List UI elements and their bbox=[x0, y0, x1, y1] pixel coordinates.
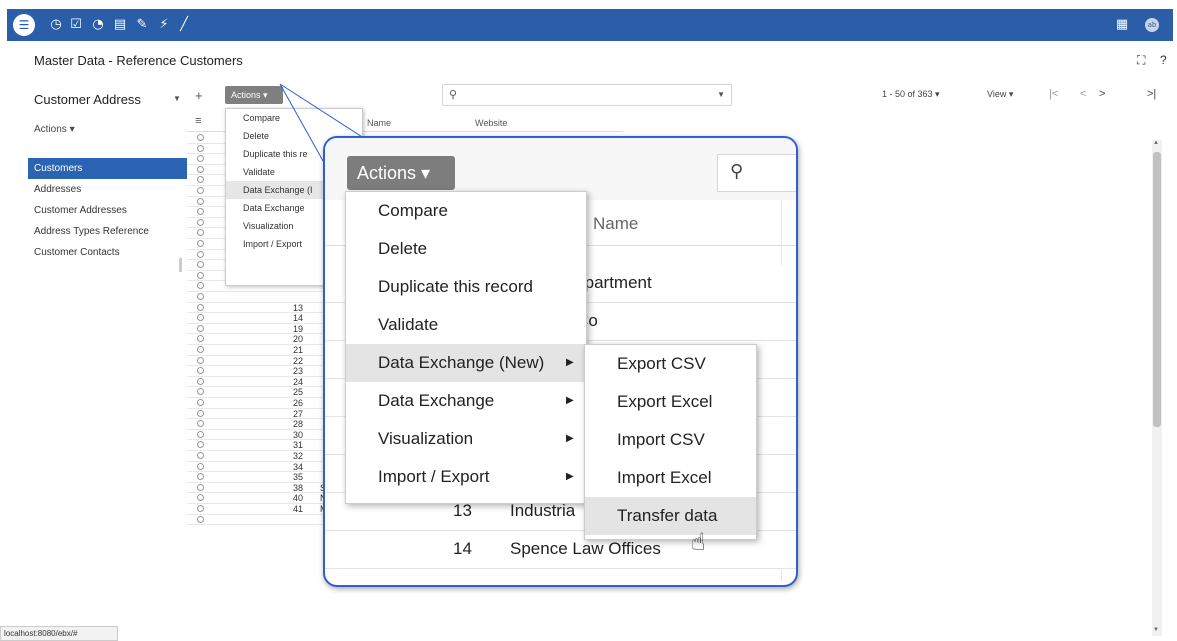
status-url: localhost:8080/ebx/# bbox=[0, 626, 118, 641]
row-name: Spence Law Offices bbox=[510, 539, 661, 558]
submenu-arrow-icon: ▶ bbox=[566, 357, 574, 368]
menu-item-delete[interactable]: Delete bbox=[346, 230, 586, 268]
menu-item-compare[interactable]: Compare bbox=[346, 192, 586, 230]
zoom-search-input[interactable]: ⚲ bbox=[717, 154, 796, 192]
menu-item-import-export[interactable]: Import / Export ▶ bbox=[346, 458, 586, 496]
zoom-actions-menu: Compare Delete Duplicate this record Val… bbox=[345, 191, 587, 504]
column-header-name[interactable]: Name bbox=[593, 214, 638, 234]
row-name: Industria bbox=[510, 501, 576, 520]
data-exchange-submenu: Export CSV Export Excel Import CSV Impor… bbox=[584, 344, 757, 540]
search-icon: ⚲ bbox=[730, 161, 744, 181]
menu-item-data-exchange[interactable]: Data Exchange ▶ bbox=[346, 382, 586, 420]
submenu-arrow-icon: ▶ bbox=[566, 433, 574, 444]
menu-item-data-exchange-new[interactable]: Data Exchange (New) ▶ bbox=[346, 344, 586, 382]
submenu-item-export-csv[interactable]: Export CSV bbox=[585, 345, 756, 383]
menu-item-duplicate[interactable]: Duplicate this record bbox=[346, 268, 586, 306]
submenu-item-import-excel[interactable]: Import Excel bbox=[585, 459, 756, 497]
submenu-item-import-csv[interactable]: Import CSV bbox=[585, 421, 756, 459]
row-id: 13 bbox=[453, 501, 472, 520]
zoom-callout: Actions ▾ ⚲ Name Sewer DepartmentMillwor… bbox=[323, 136, 798, 587]
submenu-item-transfer-data[interactable]: Transfer data bbox=[585, 497, 756, 535]
submenu-arrow-icon: ▶ bbox=[566, 395, 574, 406]
submenu-item-export-excel[interactable]: Export Excel bbox=[585, 383, 756, 421]
zoom-actions-button[interactable]: Actions ▾ bbox=[347, 156, 455, 190]
menu-item-validate[interactable]: Validate bbox=[346, 306, 586, 344]
hand-pointer-icon: ☝ bbox=[691, 529, 706, 556]
row-id: 14 bbox=[453, 539, 472, 558]
menu-item-visualization[interactable]: Visualization ▶ bbox=[346, 420, 586, 458]
submenu-arrow-icon: ▶ bbox=[566, 471, 574, 482]
